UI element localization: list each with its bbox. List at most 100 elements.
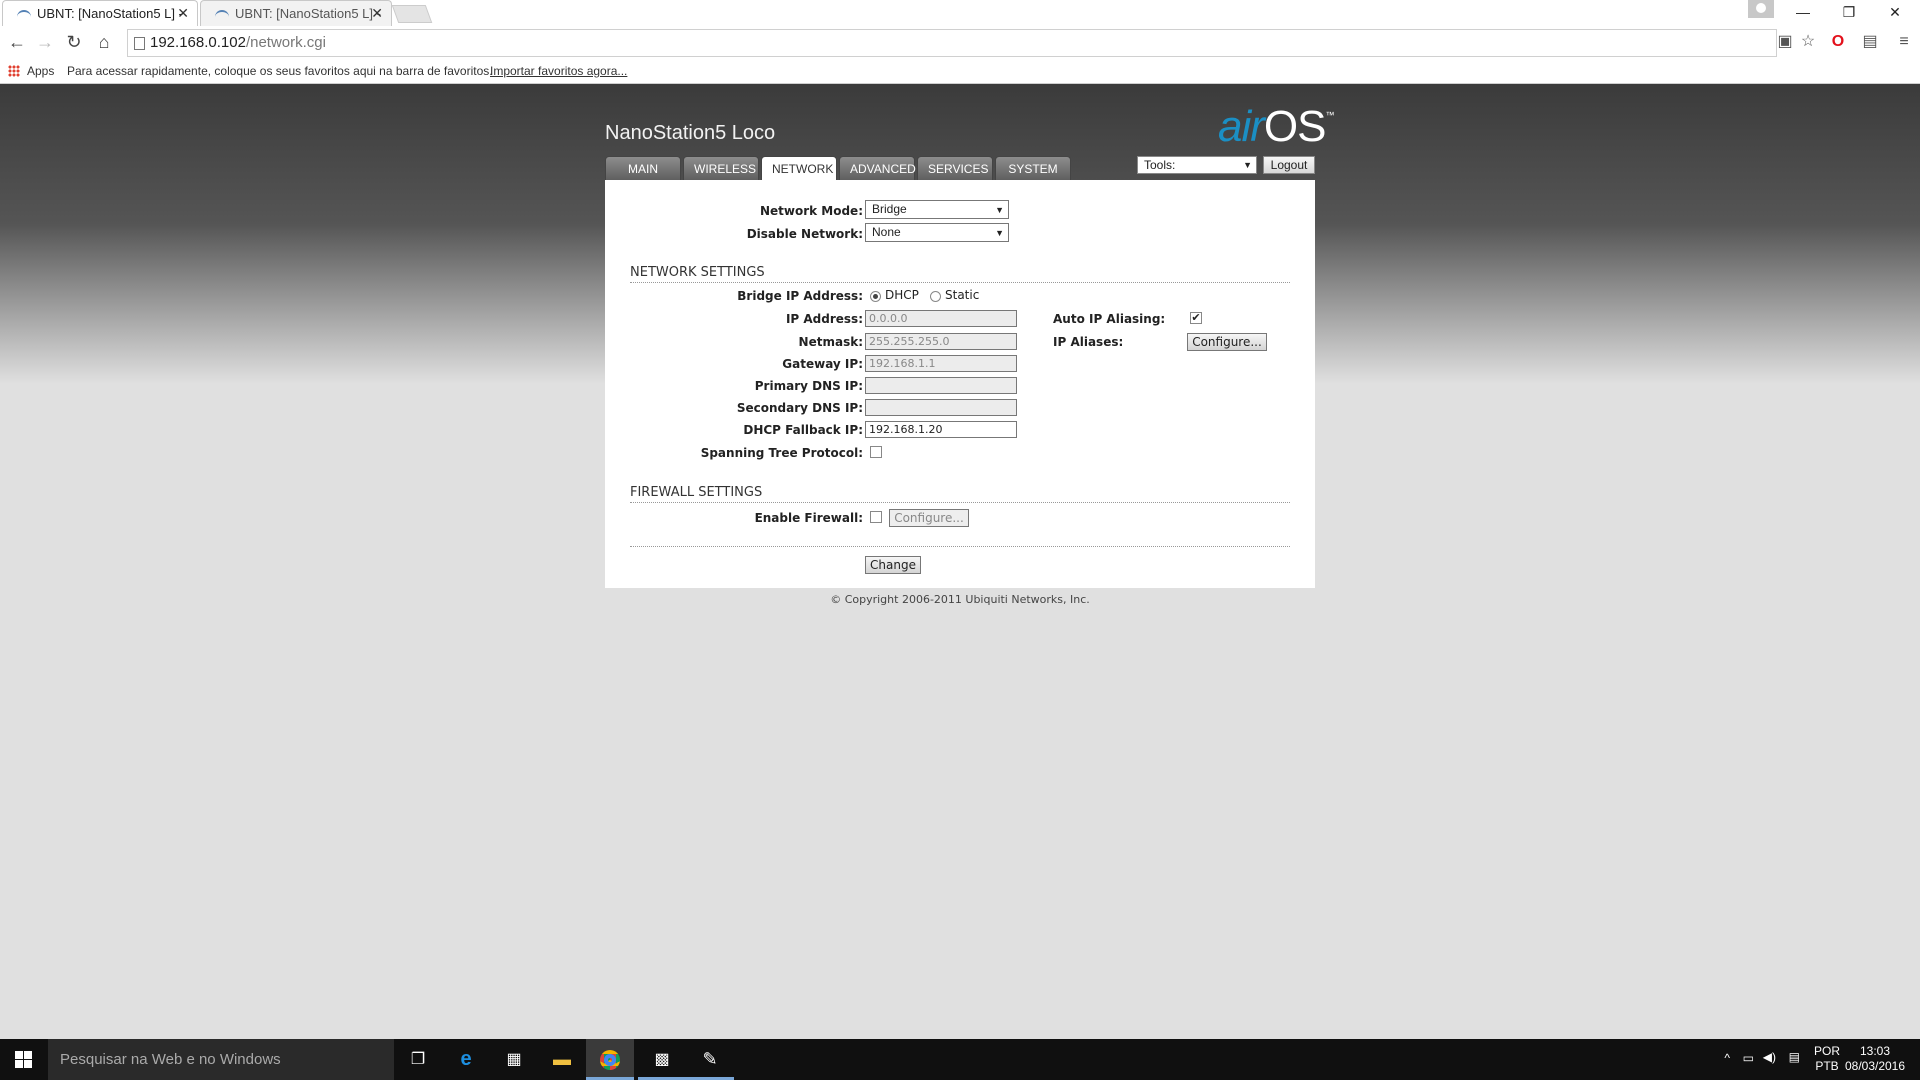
tools-select-value: Tools: [1144,158,1176,172]
tools-select[interactable]: Tools: ▼ [1137,156,1257,174]
clock[interactable]: 13:03 08/03/2016 [1844,1044,1906,1074]
secondary-dns-label: Secondary DNS IP: [736,401,863,415]
file-explorer-icon[interactable]: ▬ [538,1039,586,1080]
tab-network[interactable]: NETWORK [761,156,837,182]
close-window-icon[interactable]: ✕ [1872,0,1918,24]
address-bar[interactable]: 192.168.0.102/network.cgi [127,29,1777,57]
firewall-settings-heading: FIREWALL SETTINGS [630,485,1290,503]
gateway-label: Gateway IP: [782,357,863,371]
notification-icon[interactable]: ▤ [1789,1050,1800,1064]
primary-dns-label: Primary DNS IP: [754,379,863,393]
enable-firewall-label: Enable Firewall: [754,511,863,525]
edge-icon[interactable]: e [442,1039,490,1080]
dropdown-arrow-icon: ▼ [995,205,1004,215]
tab-wireless[interactable]: WIRELESS [683,156,759,180]
network-mode-select[interactable]: Bridge ▼ [865,200,1009,219]
volume-icon[interactable]: ◀) [1763,1050,1776,1064]
network-settings-heading: NETWORK SETTINGS [630,265,1290,283]
change-button[interactable]: Change [865,556,921,574]
logo-air: air [1218,102,1265,151]
restore-icon[interactable]: ❐ [1826,0,1872,24]
apps-grid-icon[interactable] [8,65,20,77]
logout-button[interactable]: Logout [1263,156,1315,174]
browser-tab-strip: UBNT: [NanoStation5 L] - ✕ UBNT: [NanoSt… [0,0,1920,26]
url-text: 192.168.0.102/network.cgi [150,34,326,51]
disable-network-label: Disable Network: [746,227,863,241]
paint-icon[interactable]: ✎ [686,1039,734,1080]
disable-network-select[interactable]: None ▼ [865,223,1009,242]
page-icon [134,37,145,50]
browser-tab-active[interactable]: UBNT: [NanoStation5 L] - ✕ [2,0,198,26]
auto-ip-aliasing-checkbox[interactable]: ✔ [1190,312,1202,324]
apps-shortcut[interactable]: Apps [27,64,54,78]
close-tab-icon[interactable]: ✕ [371,1,383,26]
extension-icon[interactable]: ▤ [1860,32,1880,52]
reload-icon[interactable]: ↻ [62,30,86,54]
tab-advanced[interactable]: ADVANCED [839,156,916,180]
ubnt-favicon-icon [17,10,31,18]
dhcp-fallback-input[interactable]: 192.168.1.20 [865,421,1017,438]
menu-icon[interactable]: ≡ [1894,32,1914,52]
gateway-input[interactable]: 192.168.1.1 [865,355,1017,372]
secondary-dns-input[interactable] [865,399,1017,416]
import-bookmarks-link[interactable]: Importar favoritos agora... [490,64,627,78]
network-icon[interactable]: ▭ [1743,1051,1754,1065]
ip-address-input[interactable]: 0.0.0.0 [865,310,1017,327]
divider [630,546,1290,547]
netmask-input[interactable]: 255.255.255.0 [865,333,1017,350]
static-label: Static [945,288,980,302]
stp-label: Spanning Tree Protocol: [700,446,863,460]
bookmark-star-icon[interactable]: ☆ [1798,32,1818,52]
bookmarks-hint: Para acessar rapidamente, coloque os seu… [67,64,493,78]
tab-system[interactable]: SYSTEM [995,156,1071,180]
back-icon[interactable]: ← [5,30,29,54]
static-radio[interactable] [930,291,941,302]
stp-checkbox[interactable] [870,446,882,458]
airos-logo: airOS™ [1218,102,1334,152]
url-host: 192.168.0.102 [150,34,246,51]
clock-time: 13:03 [1859,1044,1891,1058]
start-button[interactable] [0,1039,48,1080]
ubnt-favicon-icon [215,10,229,18]
tab-title: UBNT: [NanoStation5 L] - [235,6,381,21]
network-mode-value: Bridge [872,202,907,216]
primary-dns-input[interactable] [865,377,1017,394]
translate-icon[interactable]: ▣ [1775,32,1795,52]
tab-main[interactable]: MAIN [605,156,681,180]
bridge-ip-label: Bridge IP Address: [737,289,863,303]
url-path: /network.cgi [245,34,326,51]
dhcp-radio[interactable] [870,291,881,302]
taskbar-search[interactable]: Pesquisar na Web e no Windows [48,1039,394,1080]
task-view-icon[interactable]: ❐ [394,1039,442,1080]
network-panel: Network Mode: Bridge ▼ Disable Network: N… [605,180,1315,588]
winbox-icon[interactable]: ▩ [638,1039,686,1080]
network-mode-label: Network Mode: [759,204,863,218]
close-tab-icon[interactable]: ✕ [177,1,189,26]
language-indicator[interactable]: POR PTB [1814,1044,1840,1074]
browser-tab[interactable]: UBNT: [NanoStation5 L] - ✕ [200,0,392,26]
copyright: © Copyright 2006-2011 Ubiquiti Networks,… [830,593,1090,606]
dropdown-arrow-icon: ▼ [1243,160,1252,170]
auto-ip-aliasing-label: Auto IP Aliasing: [1053,312,1166,326]
ip-aliases-configure-button[interactable]: Configure... [1187,333,1267,351]
enable-firewall-checkbox[interactable] [870,511,882,523]
netmask-label: Netmask: [798,335,863,349]
clock-date: 08/03/2016 [1844,1059,1906,1073]
firewall-configure-button[interactable]: Configure... [889,509,969,527]
store-icon[interactable]: ▦ [490,1039,538,1080]
tab-title: UBNT: [NanoStation5 L] - [37,6,183,21]
logo-os: OS [1263,102,1327,151]
minimize-icon[interactable]: — [1780,0,1826,24]
home-icon[interactable]: ⌂ [92,30,116,54]
logo-tm: ™ [1325,110,1334,120]
new-tab-button[interactable] [391,5,433,23]
disable-network-value: None [872,225,901,239]
chrome-icon[interactable] [586,1039,634,1080]
profile-icon[interactable] [1748,0,1774,18]
dhcp-label: DHCP [885,288,919,302]
opera-icon[interactable]: O [1828,32,1848,52]
tray-overflow-icon[interactable]: ^ [1724,1051,1730,1065]
forward-icon[interactable]: → [33,30,57,54]
tab-services[interactable]: SERVICES [917,156,993,180]
dhcp-fallback-label: DHCP Fallback IP: [743,423,863,437]
